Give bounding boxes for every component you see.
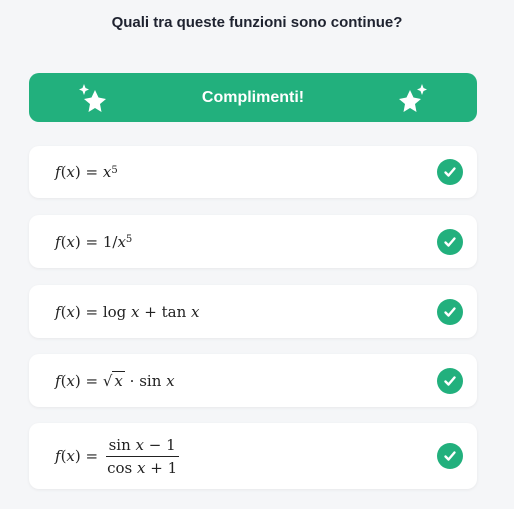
check-icon	[437, 159, 463, 185]
check-icon	[437, 367, 463, 394]
formula: f(x) = √ x · sin x	[55, 371, 175, 390]
banner-text: Complimenti!	[201, 88, 305, 106]
formula: f(x) = 1/x 5	[55, 232, 133, 251]
check-icon	[437, 298, 463, 325]
option-card[interactable]: f(x) = √ x · sin x	[29, 354, 477, 407]
option-card[interactable]: f(x) = 1/x 5	[29, 215, 477, 268]
check-icon	[437, 228, 463, 255]
formula: f(x) = log x + tan x	[55, 302, 200, 321]
option-card[interactable]: f(x) = log x + tan x	[29, 285, 477, 338]
formula: f(x) = sin x − 1 cos x + 1	[55, 435, 179, 477]
success-banner: Complimenti!	[29, 73, 477, 122]
sparkles-icon	[399, 84, 427, 112]
check-icon	[437, 443, 463, 469]
sparkles-icon	[79, 84, 106, 112]
option-card[interactable]: f(x) = sin x − 1 cos x + 1	[29, 423, 477, 489]
option-card[interactable]: f(x) = x5	[29, 146, 477, 198]
question-title: Quali tra queste funzioni sono continue?	[111, 14, 403, 31]
formula: f(x) = x5	[55, 163, 118, 181]
